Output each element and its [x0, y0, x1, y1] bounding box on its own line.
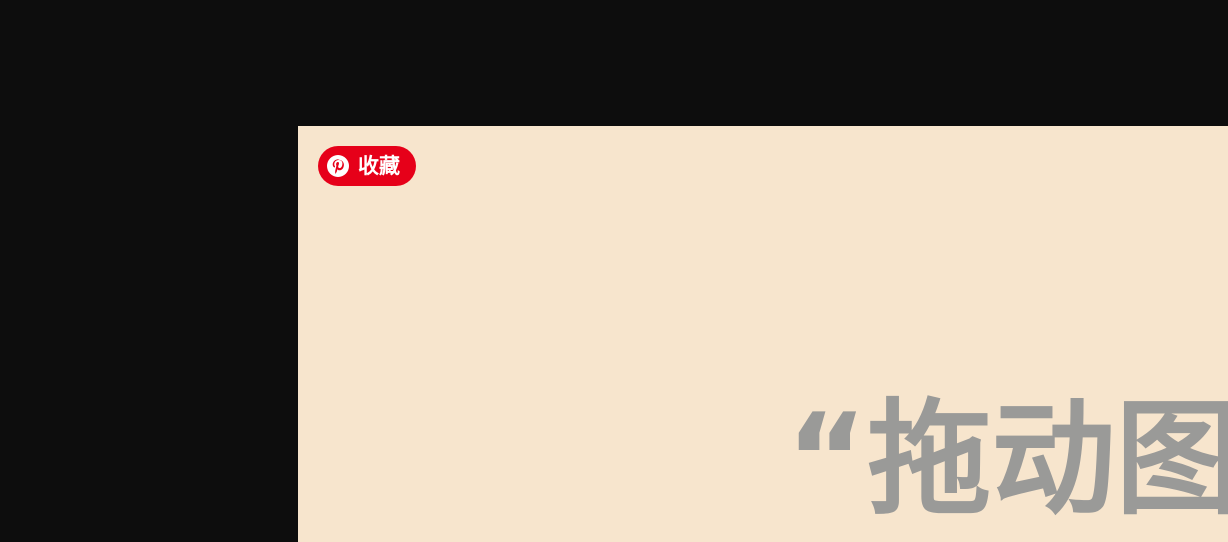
pinterest-logo-icon: [327, 155, 349, 177]
save-button-label: 收藏: [358, 153, 400, 178]
pin-image[interactable]: 收藏 “拖动图片: [298, 126, 1228, 542]
save-button[interactable]: 收藏: [318, 146, 416, 186]
image-text: “拖动图片: [786, 388, 1228, 532]
